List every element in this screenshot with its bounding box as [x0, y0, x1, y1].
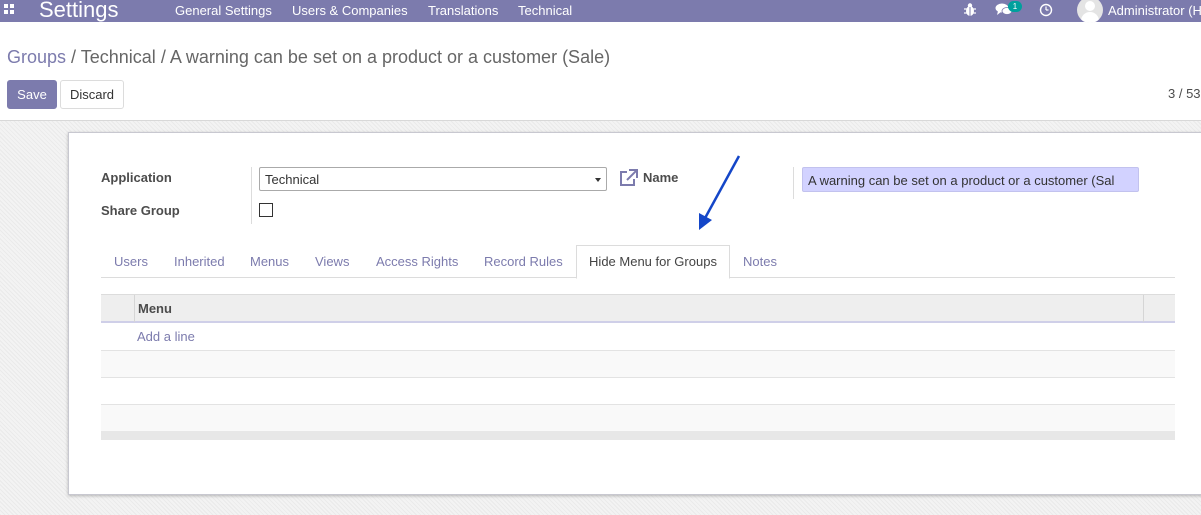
tab-access-rights[interactable]: Access Rights — [376, 254, 458, 269]
breadcrumb-separator: / — [71, 47, 77, 67]
menu-general-settings[interactable]: General Settings — [175, 3, 272, 18]
column-divider — [1143, 295, 1144, 322]
breadcrumb-groups-link[interactable]: Groups — [7, 47, 66, 67]
pager-counter[interactable]: 3 / 53 — [1168, 86, 1201, 101]
table-row — [101, 351, 1175, 378]
menu-translations[interactable]: Translations — [428, 3, 498, 18]
tab-users[interactable]: Users — [114, 254, 148, 269]
table-row — [101, 378, 1175, 405]
label-divider — [793, 167, 794, 199]
apps-grid-icon[interactable] — [4, 4, 14, 14]
table-row — [101, 405, 1175, 432]
tab-notes[interactable]: Notes — [743, 254, 777, 269]
column-divider — [134, 295, 135, 322]
tab-views[interactable]: Views — [315, 254, 349, 269]
application-select-value: Technical — [265, 172, 320, 187]
app-title: Settings — [39, 0, 119, 22]
name-field-value: A warning can be set on a product or a c… — [808, 173, 1115, 188]
share-group-label: Share Group — [101, 203, 180, 218]
name-label: Name — [643, 170, 679, 185]
tab-record-rules[interactable]: Record Rules — [484, 254, 563, 269]
debug-bug-icon[interactable] — [963, 2, 977, 18]
add-a-line-link[interactable]: Add a line — [137, 329, 195, 344]
breadcrumb-current-record: A warning can be set on a product or a c… — [169, 47, 611, 67]
tab-inherited[interactable]: Inherited — [174, 254, 225, 269]
table-footer — [101, 431, 1175, 440]
top-navbar: Settings General Settings Users & Compan… — [0, 0, 1201, 23]
user-avatar[interactable] — [1077, 0, 1103, 23]
table-row — [101, 324, 1175, 351]
activity-clock-icon[interactable] — [1039, 2, 1053, 18]
column-header-menu[interactable]: Menu — [138, 301, 172, 316]
save-button[interactable]: Save — [7, 80, 57, 109]
application-select[interactable]: Technical — [259, 167, 607, 191]
name-field[interactable]: A warning can be set on a product or a c… — [802, 167, 1139, 192]
label-divider — [251, 167, 252, 224]
user-menu-name[interactable]: Administrator (H — [1108, 3, 1201, 18]
chevron-down-icon — [595, 178, 601, 182]
external-link-icon[interactable] — [618, 169, 638, 187]
discard-button[interactable]: Discard — [60, 80, 124, 109]
menu-technical[interactable]: Technical — [518, 3, 572, 18]
menu-table-header: Menu — [101, 294, 1175, 323]
breadcrumb-technical: Technical — [80, 47, 156, 67]
tab-menus[interactable]: Menus — [250, 254, 289, 269]
application-label: Application — [101, 170, 172, 185]
annotation-arrow-icon — [699, 155, 741, 230]
menu-users-companies[interactable]: Users & Companies — [292, 3, 408, 18]
messages-count-badge: 1 — [1008, 1, 1022, 12]
breadcrumb-separator: / — [160, 47, 166, 67]
share-group-checkbox[interactable] — [259, 203, 273, 217]
tab-hide-menu-for-groups[interactable]: Hide Menu for Groups — [576, 245, 730, 279]
breadcrumb: Groups / Technical / A warning can be se… — [7, 46, 610, 68]
